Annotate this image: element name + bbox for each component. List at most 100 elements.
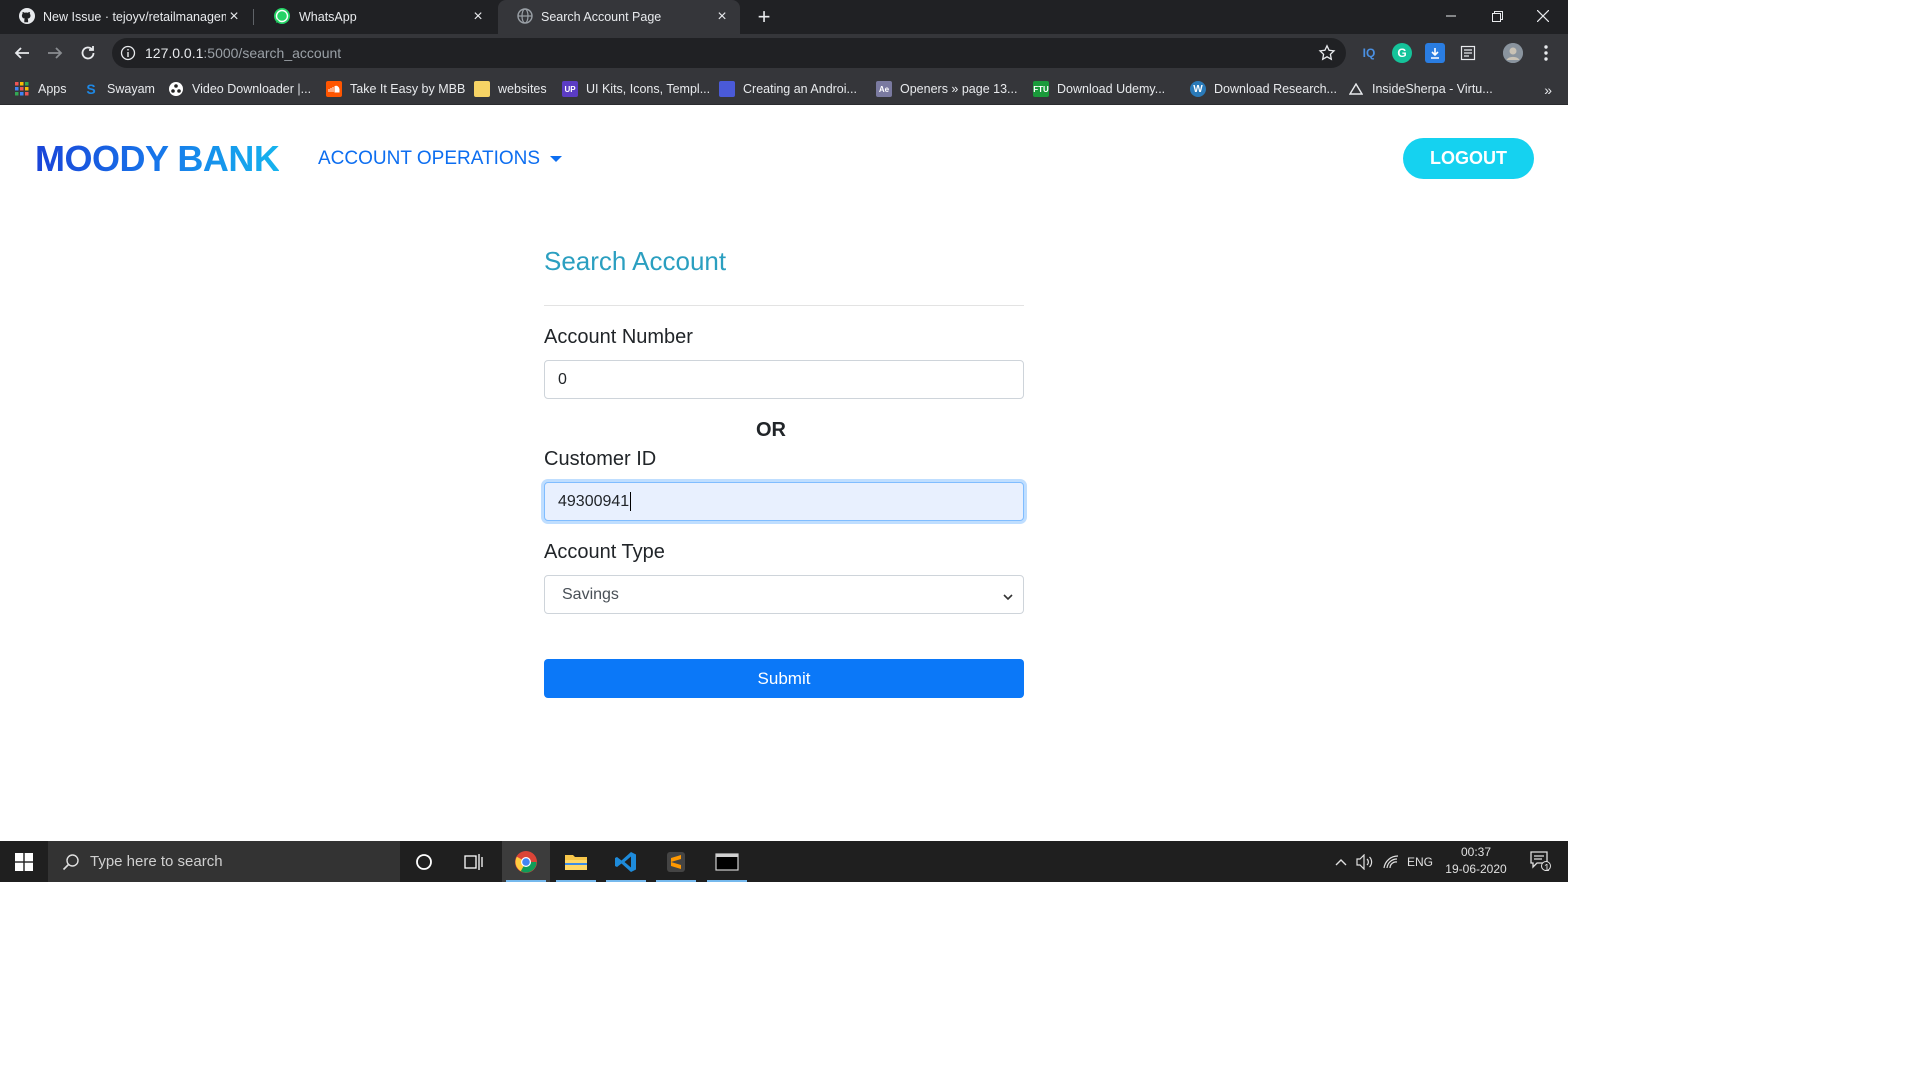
- chrome-icon: [515, 850, 537, 873]
- vscode-icon: [615, 851, 636, 872]
- windows-taskbar: Type here to search ENG 00:37 19-06-2020…: [0, 841, 1568, 882]
- divider: [544, 305, 1024, 306]
- bookmark-creating-android[interactable]: Creating an Androi...: [719, 78, 857, 100]
- bookmark-label: Take It Easy by MBB: [350, 82, 466, 96]
- apps-grid-icon: [14, 81, 30, 97]
- terminal-icon: [715, 852, 739, 871]
- bookmark-label: Creating an Androi...: [743, 82, 857, 96]
- windows-start-button[interactable]: [0, 841, 48, 882]
- tab-search-account[interactable]: Search Account Page ×: [498, 0, 740, 34]
- bookmark-label: Download Research...: [1214, 82, 1337, 96]
- bookmark-download-udemy[interactable]: FTU Download Udemy...: [1033, 78, 1165, 100]
- reload-button[interactable]: [74, 39, 102, 67]
- folder-icon: [474, 81, 490, 97]
- github-icon: [19, 7, 35, 27]
- restore-button[interactable]: [1474, 0, 1520, 32]
- tab-new-issue[interactable]: New Issue · tejoyv/retailmanagem ×: [0, 0, 252, 34]
- customer-id-label: Customer ID: [544, 448, 657, 470]
- taskbar-clock[interactable]: 00:37 19-06-2020: [1436, 844, 1516, 878]
- forward-button[interactable]: [41, 39, 69, 67]
- account-type-select[interactable]: Savings: [544, 575, 1024, 614]
- wordpress-icon: W: [1190, 81, 1206, 97]
- taskbar-vscode[interactable]: [602, 841, 650, 882]
- bookmark-take-it-easy[interactable]: Take It Easy by MBB: [326, 78, 465, 100]
- bookmark-video-downloader[interactable]: Video Downloader |...: [168, 78, 311, 100]
- close-icon[interactable]: ×: [714, 8, 730, 25]
- minimize-button[interactable]: [1428, 0, 1474, 32]
- url-host: 127.0.0.1: [145, 45, 204, 61]
- url-text: 127.0.0.1:5000/search_account: [145, 45, 341, 61]
- account-type-label: Account Type: [544, 541, 665, 563]
- taskbar-file-explorer[interactable]: [552, 841, 600, 882]
- volume-icon[interactable]: [1354, 841, 1376, 882]
- bookmarks-overflow-button[interactable]: »: [1544, 82, 1552, 98]
- sublime-icon: [667, 851, 685, 872]
- submit-button[interactable]: Submit: [544, 659, 1024, 698]
- bookmark-insidesherpa[interactable]: InsideSherpa - Virtu...: [1348, 78, 1493, 100]
- taskbar-search-box[interactable]: Type here to search: [48, 841, 400, 882]
- customer-id-value: 49300941: [558, 492, 630, 510]
- bookmark-openers[interactable]: Ae Openers » page 13...: [876, 78, 1017, 100]
- cortana-button[interactable]: [400, 841, 448, 882]
- browser-toolbar: 127.0.0.1:5000/search_account IQ G: [0, 34, 1568, 72]
- bookmark-label: Apps: [38, 82, 67, 96]
- back-button[interactable]: [8, 39, 36, 67]
- tab-title: Search Account Page: [541, 10, 662, 24]
- close-window-button[interactable]: [1520, 0, 1566, 32]
- or-separator: OR: [756, 419, 786, 441]
- swayam-icon: S: [86, 81, 96, 97]
- brand-logo[interactable]: MOODY BANK: [35, 138, 280, 180]
- grammarly-label: G: [1397, 46, 1407, 60]
- new-tab-button[interactable]: +: [752, 4, 776, 29]
- menu-kebab-icon[interactable]: [1536, 43, 1556, 63]
- tab-whatsapp[interactable]: WhatsApp ×: [254, 0, 496, 34]
- logout-button[interactable]: LOGOUT: [1403, 138, 1534, 179]
- taskbar-chrome[interactable]: [502, 841, 550, 882]
- bookmark-label: UI Kits, Icons, Templ...: [586, 82, 711, 96]
- close-icon[interactable]: ×: [470, 8, 486, 25]
- bookmark-apps[interactable]: Apps: [14, 78, 67, 100]
- bookmark-label: Swayam: [107, 82, 155, 96]
- info-icon[interactable]: [120, 45, 136, 66]
- bookmark-download-research[interactable]: W Download Research...: [1190, 78, 1337, 100]
- grammarly-icon[interactable]: G: [1392, 43, 1412, 63]
- profile-avatar-icon[interactable]: [1503, 43, 1523, 63]
- account-number-label: Account Number: [544, 326, 693, 348]
- account-number-input[interactable]: 0: [544, 360, 1024, 399]
- account-operations-dropdown[interactable]: ACCOUNT OPERATIONS: [318, 148, 563, 170]
- ftu-icon: FTU: [1033, 81, 1049, 97]
- notification-count: 1: [1544, 863, 1550, 874]
- bookmarks-bar: Apps S Swayam Video Downloader |... Take…: [0, 72, 1568, 105]
- iq-extension-icon[interactable]: IQ: [1359, 43, 1379, 63]
- taskbar-sublime-text[interactable]: [652, 841, 700, 882]
- bookmark-swayam[interactable]: S Swayam: [83, 78, 155, 100]
- wifi-icon[interactable]: [1380, 841, 1402, 882]
- bookmark-label: InsideSherpa - Virtu...: [1372, 82, 1493, 96]
- browser-tab-strip: New Issue · tejoyv/retailmanagem × Whats…: [0, 0, 1568, 34]
- account-type-value: Savings: [562, 585, 619, 603]
- soundcloud-icon: [326, 81, 342, 97]
- download-extension-icon[interactable]: [1425, 43, 1445, 63]
- iq-extension-label: IQ: [1362, 46, 1376, 60]
- clock-time: 00:37: [1460, 845, 1492, 859]
- show-hidden-icons-button[interactable]: [1330, 841, 1352, 882]
- bookmark-label: websites: [498, 82, 547, 96]
- search-placeholder: Type here to search: [90, 853, 223, 870]
- url-path: :5000/search_account: [203, 45, 342, 61]
- taskbar-terminal[interactable]: [703, 841, 751, 882]
- close-icon[interactable]: ×: [226, 8, 242, 25]
- reader-mode-icon[interactable]: [1458, 43, 1478, 63]
- customer-id-input[interactable]: 49300941: [544, 482, 1024, 521]
- language-indicator[interactable]: ENG: [1404, 841, 1436, 882]
- address-bar[interactable]: 127.0.0.1:5000/search_account: [112, 38, 1346, 68]
- notifications-button[interactable]: 1: [1520, 841, 1560, 882]
- task-view-button[interactable]: [450, 841, 498, 882]
- chevron-down-icon: [1003, 589, 1013, 607]
- bookmark-label: Openers » page 13...: [900, 82, 1018, 96]
- clock-date: 19-06-2020: [1445, 862, 1507, 876]
- bookmark-ui-kits[interactable]: UP UI Kits, Icons, Templ...: [562, 78, 710, 100]
- account-operations-label: ACCOUNT OPERATIONS: [318, 148, 541, 169]
- bookmark-websites[interactable]: websites: [474, 78, 547, 100]
- web-page: MOODY BANK ACCOUNT OPERATIONS LOGOUT Sea…: [0, 105, 1568, 841]
- star-icon[interactable]: [1318, 44, 1336, 67]
